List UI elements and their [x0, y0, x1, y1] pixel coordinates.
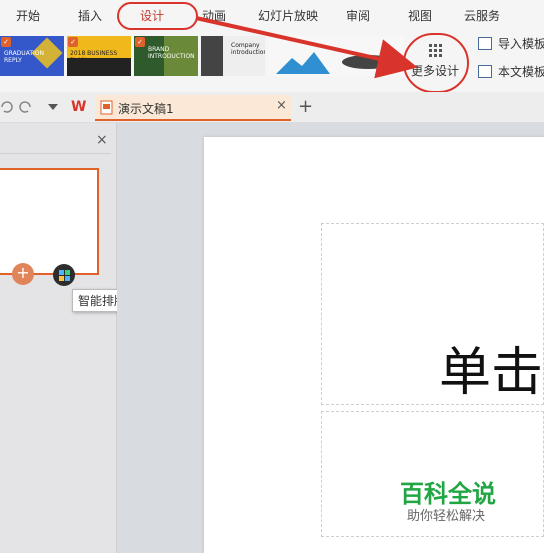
annotation-circle-more-design	[403, 33, 469, 93]
add-slide-icon[interactable]: +	[12, 263, 34, 285]
annotation-circle-design-tab	[117, 2, 198, 30]
dropdown-arrow-icon[interactable]	[47, 103, 59, 111]
slide-thumbnail[interactable]	[0, 168, 99, 275]
import-template-label: 导入模板	[498, 37, 544, 51]
thumb-label: BRAND INTRODUCTION	[148, 46, 195, 60]
pane-divider	[0, 153, 111, 154]
tab-review[interactable]: 审阅	[334, 0, 382, 33]
import-template-icon	[478, 37, 492, 50]
wps-badge-icon: ✓	[135, 37, 145, 47]
thumb-label: 2018 BUSINESS PLAN	[70, 50, 118, 64]
wps-badge-icon: ✓	[1, 37, 11, 47]
design-thumb-company[interactable]: ✓ Company introduction	[201, 36, 265, 76]
this-template-icon	[478, 65, 492, 78]
close-pane-icon[interactable]: ×	[96, 132, 108, 148]
tab-view[interactable]: 视图	[396, 0, 444, 33]
smart-layout-icon[interactable]	[53, 264, 75, 286]
design-thumb-brand[interactable]: ✓ BRAND INTRODUCTION	[134, 36, 198, 76]
tab-insert[interactable]: 插入	[64, 0, 116, 33]
wps-logo-icon[interactable]: W	[71, 99, 86, 115]
close-tab-icon[interactable]: ×	[276, 98, 287, 113]
watermark-title: 百科全说	[400, 480, 496, 508]
document-tab-title: 演示文稿1	[118, 102, 174, 116]
design-thumb-business-plan[interactable]: ✓ 2018 BUSINESS PLAN	[67, 36, 131, 76]
presentation-file-icon	[100, 100, 113, 115]
undo-icon[interactable]	[0, 100, 14, 114]
design-thumb-ink[interactable]	[340, 36, 404, 76]
new-tab-icon[interactable]: +	[298, 96, 313, 117]
design-thumb-graduation[interactable]: ✓ GRADUATION REPLY	[0, 36, 64, 76]
watermark-subtitle: 助你轻松解决	[407, 509, 486, 524]
menu-bar: 开始 插入 设计 动画 幻灯片放映 审阅 视图 云服务	[0, 0, 544, 33]
tab-home[interactable]: 开始	[2, 0, 54, 33]
redo-icon[interactable]	[18, 100, 32, 114]
this-template-label: 本文模板	[498, 65, 544, 79]
thumb-label: Company introduction	[231, 42, 265, 56]
tab-slideshow[interactable]: 幻灯片放映	[250, 0, 326, 33]
title-placeholder-text: 单击	[439, 343, 544, 403]
document-tab[interactable]: 演示文稿1 ×	[95, 95, 291, 121]
thumb-label: GRADUATION REPLY	[4, 50, 44, 64]
design-thumb-mountain[interactable]	[268, 36, 338, 76]
tab-cloud[interactable]: 云服务	[456, 0, 508, 33]
wps-badge-icon: ✓	[68, 37, 78, 47]
